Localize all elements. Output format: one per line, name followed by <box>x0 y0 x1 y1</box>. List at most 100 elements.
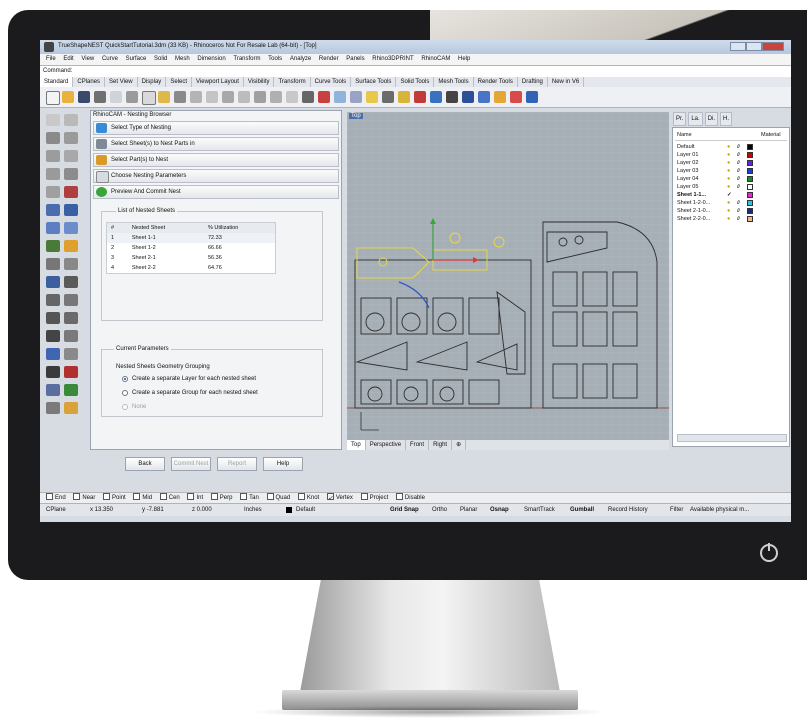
maximize-button[interactable] <box>746 42 762 51</box>
osnap-knot[interactable]: Knot <box>297 493 319 503</box>
osnap-tan[interactable]: Tan <box>240 493 259 503</box>
tab-cplanes[interactable]: CPlanes <box>73 77 106 87</box>
column-header[interactable]: % Utilization <box>204 222 276 233</box>
column-header[interactable]: # <box>106 222 128 233</box>
light-bulb-icon[interactable]: ● <box>727 168 730 174</box>
viewport-label[interactable]: Top <box>349 113 363 119</box>
menu-analyze[interactable]: Analyze <box>290 54 311 65</box>
osnap-disable[interactable]: Disable <box>395 493 425 503</box>
viewport-tab-right[interactable]: Right <box>429 440 453 450</box>
copy-tool-icon[interactable] <box>64 276 78 288</box>
light-bulb-icon[interactable]: ● <box>727 144 730 150</box>
osnap-quad[interactable]: Quad <box>266 493 290 503</box>
ghosted-icon[interactable] <box>478 91 490 103</box>
menu-transform[interactable]: Transform <box>233 54 260 65</box>
cplane-icon[interactable] <box>334 91 346 103</box>
menu-rhinocam[interactable]: RhinoCAM <box>421 54 450 65</box>
menu-dimension[interactable]: Dimension <box>197 54 225 65</box>
tab-display[interactable]: Di. <box>704 112 719 126</box>
viewport-tab-top[interactable]: Top <box>347 440 366 450</box>
layer-icon[interactable] <box>366 91 378 103</box>
filter-toggle[interactable]: Filter <box>670 504 683 516</box>
radio-none[interactable] <box>122 404 128 410</box>
tab-display[interactable]: Display <box>138 77 167 87</box>
table-row[interactable]: 3 Sheet 2-1 56.36 <box>107 253 276 263</box>
menu-file[interactable]: File <box>46 54 56 65</box>
radio-layer-per-sheet[interactable] <box>122 376 128 382</box>
set-view-icon[interactable] <box>350 91 362 103</box>
tab-render-tools[interactable]: Render Tools <box>474 77 518 87</box>
step-select-sheets[interactable]: Select Sheet(s) to Nest Parts in <box>93 137 339 151</box>
step-select-type[interactable]: Select Type of Nesting <box>93 121 339 135</box>
menu-edit[interactable]: Edit <box>63 54 73 65</box>
light-bulb-icon[interactable]: ● <box>727 184 730 190</box>
viewport-tab-perspective[interactable]: Perspective <box>366 440 407 450</box>
layer-row[interactable]: Sheet 2-2-0... ● ∂ <box>675 216 787 223</box>
zoom-selected-icon[interactable] <box>270 91 282 103</box>
tab-mesh-tools[interactable]: Mesh Tools <box>434 77 474 87</box>
light-bulb-icon[interactable]: ● <box>727 152 730 158</box>
extrude-icon[interactable] <box>64 204 78 216</box>
viewport-tab-front[interactable]: Front <box>406 440 430 450</box>
render-tool-icon[interactable] <box>46 402 60 414</box>
light-bulb-icon[interactable]: ● <box>727 176 730 182</box>
pan-icon[interactable] <box>190 91 202 103</box>
rectangle-icon[interactable] <box>64 168 78 180</box>
layer-row[interactable]: Layer 01 ● ∂ <box>675 152 787 159</box>
layer-color-swatch[interactable] <box>747 144 753 150</box>
gumball-toggle[interactable]: Gumball <box>570 504 594 516</box>
analyze-icon[interactable] <box>46 384 60 396</box>
array-icon[interactable] <box>64 312 78 324</box>
layer-row[interactable]: Layer 02 ● ∂ <box>675 160 787 167</box>
dimension-icon[interactable] <box>46 258 60 270</box>
layer-row[interactable]: Layer 05 ● ∂ <box>675 184 787 191</box>
surface-icon[interactable] <box>46 204 60 216</box>
layer-row[interactable]: Layer 04 ● ∂ <box>675 176 787 183</box>
tab-transform[interactable]: Transform <box>274 77 311 87</box>
scale-icon[interactable] <box>64 294 78 306</box>
layer-color-swatch[interactable] <box>747 168 753 174</box>
help-button[interactable]: Help <box>263 457 303 471</box>
tab-properties[interactable]: Pr. <box>673 112 687 126</box>
menu-solid[interactable]: Solid <box>154 54 167 65</box>
tab-curve-tools[interactable]: Curve Tools <box>311 77 352 87</box>
ungroup-icon[interactable] <box>64 366 78 378</box>
undo-icon[interactable] <box>174 91 186 103</box>
light-bulb-icon[interactable]: ● <box>727 160 730 166</box>
rendered-icon[interactable] <box>462 91 474 103</box>
options-icon[interactable] <box>494 91 506 103</box>
layer-color-swatch[interactable] <box>747 200 753 206</box>
menu-rhino3dprint[interactable]: Rhino3DPRINT <box>372 54 413 65</box>
point-icon[interactable] <box>64 114 78 126</box>
shaded-icon[interactable] <box>446 91 458 103</box>
mirror-icon[interactable] <box>46 312 60 324</box>
open-folder-icon[interactable] <box>62 91 74 103</box>
rotate-icon[interactable] <box>46 294 60 306</box>
osnap-vertex[interactable]: ✓ Vertex <box>326 493 353 503</box>
text-icon[interactable] <box>64 258 78 270</box>
circle-icon[interactable] <box>46 150 60 162</box>
menu-panels[interactable]: Panels <box>346 54 364 65</box>
layer-row[interactable]: Sheet 2-1-0... ● ∂ <box>675 208 787 215</box>
menu-view[interactable]: View <box>81 54 94 65</box>
move-icon[interactable] <box>46 276 60 288</box>
lock-icon[interactable]: ∂ <box>737 152 740 158</box>
horizontal-scrollbar[interactable] <box>677 434 787 442</box>
layer-color-swatch[interactable] <box>747 160 753 166</box>
add-viewport-icon[interactable]: ⊕ <box>452 440 467 450</box>
record-history-toggle[interactable]: Record History <box>608 504 648 516</box>
help-icon[interactable] <box>510 91 522 103</box>
close-button[interactable] <box>762 42 784 51</box>
ortho-toggle[interactable]: Ortho <box>432 504 447 516</box>
osnap-perp[interactable]: Perp <box>210 493 232 503</box>
fillet-icon[interactable] <box>46 186 60 198</box>
table-row[interactable]: 1 Sheet 1-1 72.33 <box>106 233 276 243</box>
light-bulb-icon[interactable]: ● <box>727 208 730 214</box>
osnap-int[interactable]: Int <box>187 493 203 503</box>
lock-icon[interactable]: ∂ <box>737 160 740 166</box>
light-tool-icon[interactable] <box>64 402 78 414</box>
tab-viewport-layout[interactable]: Viewport Layout <box>192 77 244 87</box>
tab-standard[interactable]: Standard <box>40 77 74 87</box>
sphere-icon[interactable] <box>64 222 78 234</box>
mesh-icon[interactable] <box>64 240 78 252</box>
